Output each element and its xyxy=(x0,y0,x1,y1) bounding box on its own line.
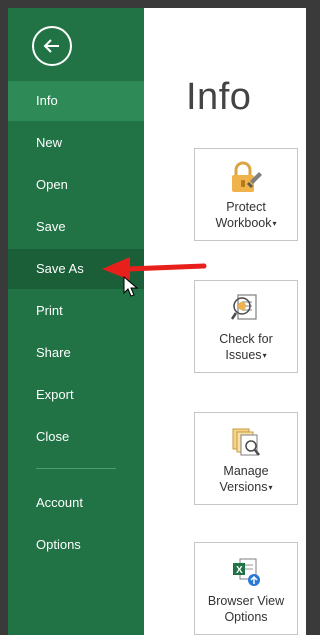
nav-account[interactable]: Account xyxy=(8,483,144,523)
nav-new[interactable]: New xyxy=(8,123,144,163)
nav-close[interactable]: Close xyxy=(8,417,144,457)
annotation-arrow-icon xyxy=(102,257,207,280)
screenshot-frame: Info New Open Save Save As Print Share E… xyxy=(0,0,306,635)
nav-separator xyxy=(36,468,116,469)
protect-workbook-button[interactable]: Protect Workbook▾ xyxy=(194,148,298,241)
dropdown-caret-icon: ▾ xyxy=(268,482,273,492)
back-arrow-icon xyxy=(43,39,59,53)
nav-options[interactable]: Options xyxy=(8,525,144,565)
versions-icon xyxy=(228,425,264,459)
mouse-cursor-icon xyxy=(123,276,139,297)
browser-view-options-button[interactable]: X Browser View Options xyxy=(194,542,298,635)
tile-label-line1: Check for xyxy=(219,332,273,346)
manage-versions-button[interactable]: Manage Versions▾ xyxy=(194,412,298,505)
nav-share[interactable]: Share xyxy=(8,333,144,373)
tile-label-line1: Protect xyxy=(226,200,266,214)
tile-label-line2: Versions▾ xyxy=(219,480,273,494)
nav-info[interactable]: Info xyxy=(8,81,144,121)
inspect-document-icon xyxy=(228,293,264,327)
tile-label-line2: Options xyxy=(224,610,268,624)
tile-label-line2: Issues▾ xyxy=(225,348,267,362)
info-panel: Info Protect Workbook▾ Check for Issues▾… xyxy=(144,8,306,635)
nav-open[interactable]: Open xyxy=(8,165,144,205)
back-button[interactable] xyxy=(32,26,72,66)
dropdown-caret-icon: ▾ xyxy=(262,350,267,360)
tile-label-line1: Browser View xyxy=(207,594,285,608)
tile-label-line1: Manage xyxy=(223,464,269,478)
browser-view-icon: X xyxy=(228,555,264,589)
tile-label-line2: Workbook▾ xyxy=(215,216,277,230)
backstage-sidebar: Info New Open Save Save As Print Share E… xyxy=(8,8,144,635)
page-title: Info xyxy=(186,76,252,118)
svg-text:X: X xyxy=(236,565,243,576)
lock-icon xyxy=(228,161,264,195)
dropdown-caret-icon: ▾ xyxy=(272,218,277,228)
nav-save[interactable]: Save xyxy=(8,207,144,247)
check-for-issues-button[interactable]: Check for Issues▾ xyxy=(194,280,298,373)
nav-export[interactable]: Export xyxy=(8,375,144,415)
